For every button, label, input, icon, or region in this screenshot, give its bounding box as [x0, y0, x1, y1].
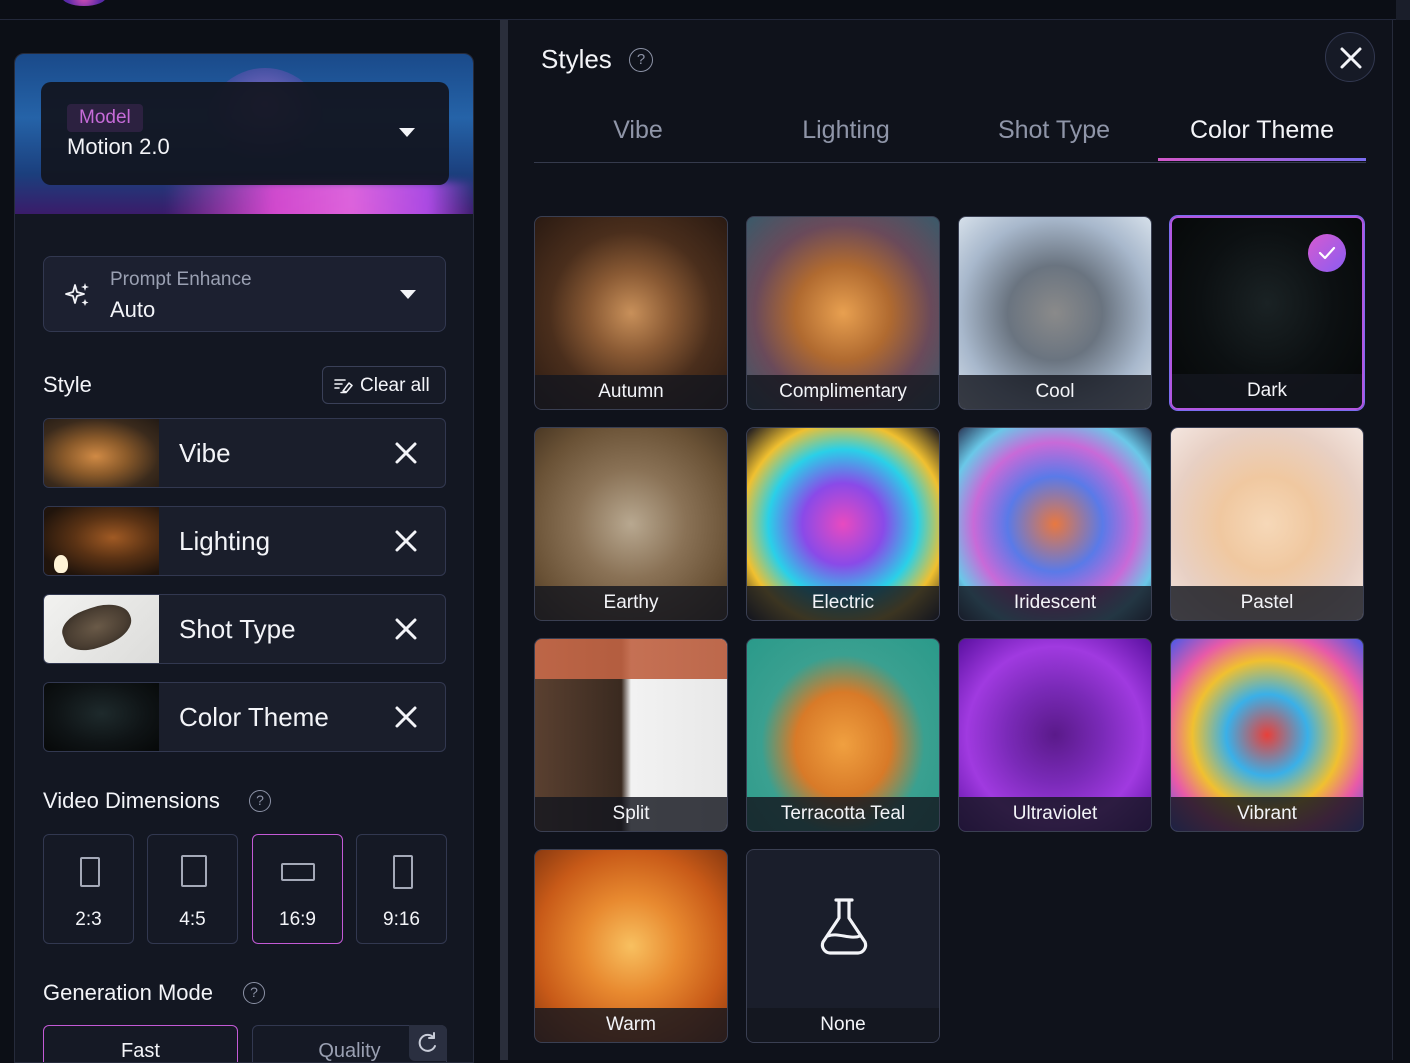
style-row-shot-type[interactable]: Shot Type: [43, 594, 446, 664]
help-icon[interactable]: ?: [243, 982, 265, 1004]
model-value: Motion 2.0: [67, 134, 170, 159]
close-button[interactable]: [1325, 32, 1375, 82]
style-row-label: Color Theme: [179, 702, 329, 732]
video-dimensions-title: Video Dimensions: [43, 788, 220, 813]
sparkle-icon: [65, 283, 89, 306]
split-backdrop: [535, 639, 727, 679]
vibe-thumbnail: [44, 419, 159, 487]
top-bar: [0, 0, 1410, 20]
portrait-shape-icon: [393, 855, 413, 889]
theme-card-split[interactable]: Split: [534, 638, 728, 832]
theme-label: Dark: [1172, 374, 1362, 408]
model-hero-image: Model Motion 2.0: [15, 54, 473, 214]
candle-flame: [54, 555, 68, 573]
dimension-9-16[interactable]: 9:16: [356, 834, 447, 944]
theme-card-pastel[interactable]: Pastel: [1170, 427, 1364, 621]
dimension-label: 2:3: [75, 909, 102, 930]
mode-fast-button[interactable]: Fast: [43, 1025, 238, 1062]
jellyfish-glow: [165, 182, 473, 214]
portrait-shape-icon: [181, 855, 207, 887]
tab-divider: [534, 162, 1366, 163]
help-icon[interactable]: ?: [249, 790, 271, 812]
dimension-16-9[interactable]: 16:9: [252, 834, 343, 944]
style-row-vibe[interactable]: Vibe: [43, 418, 446, 488]
portrait-shape-icon: [80, 857, 100, 887]
theme-card-iridescent[interactable]: Iridescent: [958, 427, 1152, 621]
theme-card-dark[interactable]: Dark: [1170, 216, 1364, 410]
theme-label: Split: [535, 797, 727, 831]
theme-card-terracotta-teal[interactable]: Terracotta Teal: [746, 638, 940, 832]
style-row-label: Shot Type: [179, 614, 296, 644]
theme-label: Iridescent: [959, 586, 1151, 620]
theme-card-autumn[interactable]: Autumn: [534, 216, 728, 410]
theme-label: Complimentary: [747, 375, 939, 409]
color-theme-thumbnail: [44, 683, 159, 751]
lighting-thumbnail: [44, 507, 159, 575]
generation-mode-title: Generation Mode: [43, 980, 213, 1005]
styles-panel: Styles ? Vibe Lighting Shot Type Color T…: [508, 20, 1393, 1060]
clear-all-button[interactable]: Clear all: [322, 366, 446, 404]
prompt-enhance-value: Auto: [110, 297, 156, 322]
theme-card-warm[interactable]: Warm: [534, 849, 728, 1043]
settings-panel: Model Motion 2.0 Prompt Enhance Auto Sty…: [14, 53, 474, 1063]
style-row-label: Vibe: [179, 438, 231, 468]
clear-format-icon: [334, 379, 353, 394]
dimension-label: 4:5: [179, 909, 206, 930]
app-logo[interactable]: [62, 0, 106, 6]
selected-check-icon: [1308, 234, 1346, 272]
theme-label: Cool: [959, 375, 1151, 409]
theme-label: Electric: [747, 586, 939, 620]
remove-lighting-icon[interactable]: [394, 529, 418, 553]
theme-card-electric[interactable]: Electric: [746, 427, 940, 621]
style-section-title: Style: [43, 372, 92, 397]
remove-vibe-icon[interactable]: [394, 441, 418, 465]
theme-card-none[interactable]: None: [746, 849, 940, 1043]
theme-card-earthy[interactable]: Earthy: [534, 427, 728, 621]
theme-card-vibrant[interactable]: Vibrant: [1170, 638, 1364, 832]
cat-shape: [57, 596, 137, 658]
theme-label: Terracotta Teal: [747, 797, 939, 831]
theme-label: Ultraviolet: [959, 797, 1151, 831]
chevron-down-icon: [399, 128, 415, 137]
dimension-label: 16:9: [279, 909, 316, 930]
theme-card-complimentary[interactable]: Complimentary: [746, 216, 940, 410]
dimension-label: 9:16: [383, 909, 420, 930]
theme-label: Pastel: [1171, 586, 1363, 620]
theme-label: Warm: [535, 1008, 727, 1042]
theme-label: Autumn: [535, 375, 727, 409]
theme-label: None: [747, 1008, 939, 1042]
refresh-icon[interactable]: [409, 1025, 447, 1061]
style-row-label: Lighting: [179, 526, 271, 556]
theme-label: Earthy: [535, 586, 727, 620]
close-icon: [1340, 47, 1362, 69]
remove-shot-type-icon[interactable]: [394, 617, 418, 641]
tab-color-theme[interactable]: Color Theme: [1158, 116, 1366, 145]
model-select[interactable]: Model Motion 2.0: [41, 82, 449, 185]
style-row-color-theme[interactable]: Color Theme: [43, 682, 446, 752]
theme-card-cool[interactable]: Cool: [958, 216, 1152, 410]
model-tag: Model: [67, 104, 143, 132]
prompt-enhance-select[interactable]: Prompt Enhance Auto: [43, 256, 446, 332]
styles-title: Styles: [541, 44, 612, 74]
tab-vibe[interactable]: Vibe: [534, 116, 742, 145]
panel-splitter[interactable]: [500, 20, 508, 1060]
flask-icon: [820, 898, 868, 955]
tab-lighting[interactable]: Lighting: [742, 116, 950, 145]
dimension-4-5[interactable]: 4:5: [147, 834, 238, 944]
clear-all-label: Clear all: [360, 375, 430, 396]
shot-type-thumbnail: [44, 595, 159, 663]
landscape-shape-icon: [281, 863, 315, 881]
help-icon[interactable]: ?: [629, 48, 653, 72]
theme-label: Vibrant: [1171, 797, 1363, 831]
theme-card-ultraviolet[interactable]: Ultraviolet: [958, 638, 1152, 832]
chevron-down-icon: [400, 290, 416, 299]
active-tab-indicator: [1158, 158, 1366, 161]
remove-color-theme-icon[interactable]: [394, 705, 418, 729]
top-bar-edge: [1396, 0, 1410, 20]
tab-shot-type[interactable]: Shot Type: [950, 116, 1158, 145]
prompt-enhance-label: Prompt Enhance: [110, 269, 252, 290]
dimension-2-3[interactable]: 2:3: [43, 834, 134, 944]
style-row-lighting[interactable]: Lighting: [43, 506, 446, 576]
